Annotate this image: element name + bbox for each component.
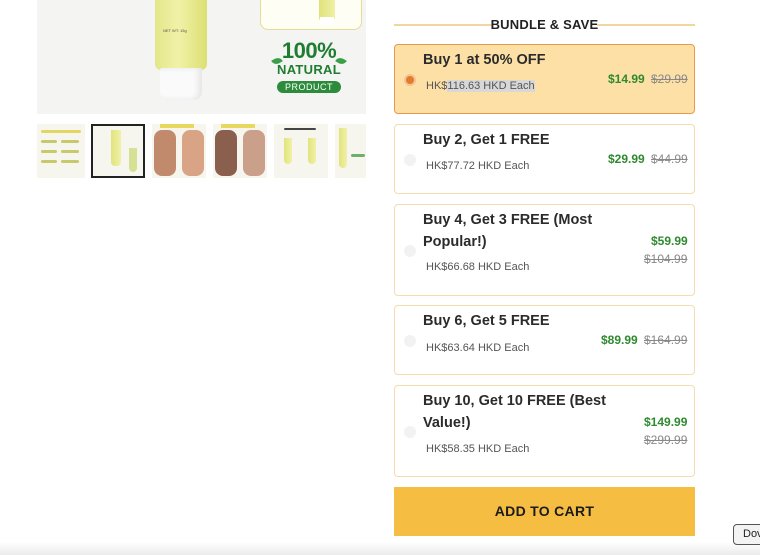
badge-natural: NATURAL — [277, 62, 341, 77]
bundle-option-buy-1[interactable]: Buy 1 at 50% OFF HK$116.63 HKD Each $14.… — [394, 44, 695, 114]
badge-product: PRODUCT — [277, 81, 341, 93]
unit-prefix: HK$ — [426, 80, 448, 92]
thumb-line — [41, 160, 57, 163]
unit-price-highlight: 116.63 HKD Each — [447, 80, 535, 92]
option-price: $29.99 — [608, 152, 645, 166]
bundle-title: BUNDLE & SAVE — [490, 17, 599, 32]
thumbnail-more[interactable] — [335, 124, 366, 178]
product-tube-cap — [160, 68, 202, 100]
mini-product-card — [260, 0, 362, 30]
mini-tube-cap — [320, 17, 334, 25]
bundle-option-buy-4[interactable]: Buy 4, Get 3 FREE (Most Popular!) HK$66.… — [394, 204, 695, 296]
thumb-topbar — [221, 124, 255, 128]
thumb-line — [61, 150, 79, 153]
download-button[interactable]: Dov — [733, 524, 760, 545]
thumbnail-product-active[interactable] — [91, 124, 145, 178]
product-tube: NET WT: 15g — [155, 0, 207, 70]
thumb-tube — [308, 138, 316, 164]
thumbnail-scalp-before-after[interactable] — [213, 124, 267, 178]
radio-button[interactable] — [404, 335, 416, 347]
thumb-line — [41, 140, 57, 143]
option-old-price: $104.99 — [644, 252, 688, 266]
thumb-face — [154, 130, 176, 176]
option-unit-price: HK$63.64 HKD Each — [426, 342, 530, 354]
option-title-line-2: Popular!) — [423, 234, 487, 250]
option-title: Buy 1 at 50% OFF — [423, 52, 546, 68]
option-unit-price: HK$66.68 HKD Each — [426, 261, 530, 273]
option-old-price: $164.99 — [644, 333, 688, 347]
natural-product-badge: 100% NATURAL PRODUCT — [268, 40, 350, 100]
option-price: $14.99 — [608, 72, 645, 86]
radio-button[interactable] — [404, 154, 416, 166]
option-old-price: $44.99 — [651, 152, 688, 166]
option-price: $149.99 — [644, 415, 688, 429]
option-title-line-1: Buy 10, Get 10 FREE (Best — [423, 393, 606, 409]
thumbnail-face-before-after[interactable] — [152, 124, 206, 178]
thumb-line — [61, 140, 79, 143]
bundle-option-buy-6[interactable]: Buy 6, Get 5 FREE HK$63.64 HKD Each $89.… — [394, 305, 695, 375]
add-to-cart-button[interactable]: ADD TO CART — [394, 487, 695, 536]
option-title: Buy 2, Get 1 FREE — [423, 132, 550, 148]
thumbnail-new-look[interactable] — [274, 124, 328, 178]
bundle-option-buy-2[interactable]: Buy 2, Get 1 FREE HK$77.72 HKD Each $29.… — [394, 124, 695, 194]
option-unit-price: HK$116.63 HKD Each — [426, 80, 535, 92]
bottom-shadow — [0, 542, 760, 555]
thumb-line — [351, 154, 365, 157]
thumb-tube — [111, 130, 121, 166]
thumb-scalp — [243, 130, 265, 176]
option-price: $59.99 — [651, 234, 688, 248]
option-price: $89.99 — [601, 333, 638, 347]
thumb-tube — [284, 138, 292, 164]
radio-button[interactable] — [404, 426, 416, 438]
thumbnail-strip[interactable] — [37, 123, 366, 179]
thumb-scalp — [215, 130, 237, 176]
thumb-line — [284, 128, 316, 130]
thumb-line — [61, 160, 79, 163]
thumb-box — [129, 148, 137, 172]
radio-button[interactable] — [404, 245, 416, 257]
option-unit-price: HK$58.35 HKD Each — [426, 443, 530, 455]
option-title: Buy 6, Get 5 FREE — [423, 313, 550, 329]
bundle-option-buy-10[interactable]: Buy 10, Get 10 FREE (Best Value!) HK$58.… — [394, 385, 695, 477]
option-title-line-2: Value!) — [423, 415, 471, 431]
thumb-line — [41, 150, 57, 153]
main-product-image[interactable]: NET WT: 15g 100% NATURAL PRODUCT — [37, 0, 366, 114]
option-old-price: $29.99 — [651, 72, 688, 86]
tube-label: NET WT: 15g — [163, 28, 187, 33]
thumb-topbar — [160, 124, 194, 128]
thumb-line — [41, 130, 81, 133]
thumb-face — [182, 130, 204, 176]
option-old-price: $299.99 — [644, 433, 688, 447]
bundle-header: BUNDLE & SAVE — [394, 14, 695, 36]
radio-button[interactable] — [404, 74, 416, 86]
option-unit-price: HK$77.72 HKD Each — [426, 160, 530, 172]
thumbnail-ingredients[interactable] — [37, 124, 85, 178]
option-title-line-1: Buy 4, Get 3 FREE (Most — [423, 212, 593, 228]
thumb-tube — [339, 128, 347, 168]
